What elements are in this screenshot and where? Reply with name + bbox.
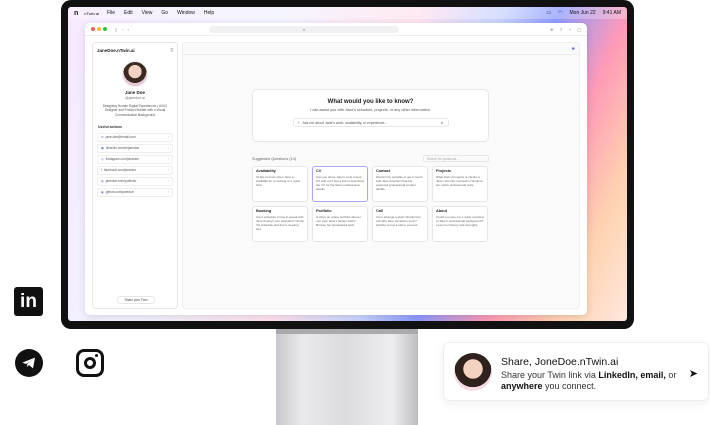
profile-sidebar: JaneDoe.nTwin.ai ▯ Jane Doe @janedoe.ai …: [92, 42, 178, 309]
browser-toolbar: ▯ ‹ › a ⊕ ⇪ + ▢: [85, 23, 587, 36]
suggested-header: Suggested Questions (13) Search for ques…: [252, 155, 489, 162]
profile-name: Jane Doe: [124, 90, 145, 95]
link-instagram[interactable]: ◎ instagram.com/janedoe ›: [97, 154, 173, 164]
menubar-time: 9:41 AM: [602, 10, 621, 16]
main-top-bar: ✺: [183, 43, 579, 55]
chevron-right-icon: ›: [167, 168, 169, 173]
question-search-input[interactable]: Search for questions...: [423, 155, 489, 162]
chevron-right-icon: ›: [167, 179, 169, 184]
share-card-description: Share your Twin link via LinkedIn, email…: [501, 370, 677, 391]
chevron-right-icon: ›: [167, 190, 169, 195]
monitor-stand: [276, 328, 418, 425]
question-card-availability[interactable]: Availability I'd like to know when Jane i…: [252, 166, 308, 202]
new-tab-icon[interactable]: +: [569, 27, 571, 32]
share-avatar: [454, 353, 492, 391]
question-card-call[interactable]: Call Can I arrange a short introductory c…: [372, 206, 428, 242]
browser-window: ▯ ‹ › a ⊕ ⇪ + ▢ JaneDoe.nTwin.ai ▯ Jane …: [85, 23, 587, 315]
ask-input[interactable]: + Ask me about Jane's work, availability…: [292, 118, 449, 127]
attach-icon[interactable]: +: [298, 121, 300, 125]
sidebar-header: JaneDoe.nTwin.ai ▯: [93, 43, 177, 57]
profile-bio: Designing Human Digital Experiences | UI…: [102, 104, 168, 117]
question-card-booking[interactable]: Booking Can I schedule a time to speak wi…: [252, 206, 308, 242]
instagram-icon[interactable]: [76, 349, 104, 377]
share-icon[interactable]: ⇪: [560, 27, 563, 32]
question-card-cv[interactable]: CV Can you share Jane's most recent CV wi…: [312, 166, 368, 202]
zoom-window-icon[interactable]: [103, 27, 107, 31]
app-name[interactable]: nTwin.ai: [84, 11, 99, 16]
linkedin-icon[interactable]: in: [14, 287, 43, 316]
ask-panel: What would you like to know? I can assis…: [252, 89, 489, 142]
question-card-contact[interactable]: Contact Would it be possible to get in to…: [372, 166, 428, 202]
battery-icon[interactable]: ▭: [546, 10, 551, 16]
link-facebook[interactable]: f facebook.com/janedoe ›: [97, 165, 173, 175]
menubar-date: Mon Jun 22: [569, 10, 596, 16]
share-twin-card: Share, JoneDoe.nTwin.ai Share your Twin …: [443, 342, 709, 401]
forward-icon[interactable]: ›: [128, 27, 129, 32]
sidebar-title: JaneDoe.nTwin.ai: [97, 47, 135, 53]
wifi-icon[interactable]: ◠: [558, 10, 562, 16]
chevron-right-icon: ›: [167, 157, 169, 162]
link-portfolio[interactable]: ◍ janedoe.com/portfolio ›: [97, 176, 173, 186]
suggested-label: Suggested Questions (13): [252, 156, 297, 161]
useful-actions-title: Useful actions: [98, 124, 122, 129]
profile-avatar: [122, 61, 148, 87]
ask-input-placeholder: Ask me about Jane's work, availability, …: [302, 120, 388, 125]
question-card-portfolio[interactable]: Portfolio Is there an online portfolio wh…: [312, 206, 368, 242]
menu-go[interactable]: Go: [161, 10, 168, 16]
ask-subtitle: I can assist you with Jane's schedule, p…: [310, 108, 431, 112]
download-icon[interactable]: ⊕: [550, 27, 553, 32]
instagram-icon: ◎: [101, 157, 104, 162]
menu-edit[interactable]: Edit: [124, 10, 133, 16]
monitor-screen: n nTwin.ai File Edit View Go Window Help…: [68, 7, 627, 321]
chevron-right-icon: ›: [167, 135, 169, 140]
share-card-title: Share, JoneDoe.nTwin.ai: [501, 356, 619, 368]
menu-help[interactable]: Help: [204, 10, 214, 16]
menu-window[interactable]: Window: [177, 10, 195, 16]
minimize-window-icon[interactable]: [97, 27, 101, 31]
collapse-sidebar-icon[interactable]: ▯: [171, 47, 173, 53]
menu-bar: n nTwin.ai File Edit View Go Window Help…: [68, 7, 627, 19]
settings-icon[interactable]: ✺: [572, 46, 575, 51]
send-icon[interactable]: ➤: [441, 121, 444, 125]
share-twin-button[interactable]: Share your Twin: [117, 296, 155, 304]
github-icon: ◉: [101, 190, 104, 195]
mail-icon: ✉: [101, 135, 104, 140]
menu-view[interactable]: View: [142, 10, 153, 16]
globe-icon: ◍: [101, 179, 104, 184]
chevron-right-icon: ›: [167, 146, 169, 151]
telegram-icon[interactable]: [15, 349, 43, 377]
question-card-about[interactable]: About Could you give me a quick overview …: [432, 206, 488, 242]
apple-logo-icon[interactable]: n: [74, 10, 78, 17]
sidebar-toggle-icon[interactable]: ▯: [115, 27, 117, 32]
menu-file[interactable]: File: [107, 10, 115, 16]
link-github[interactable]: ◉ github.com/janedoe ›: [97, 187, 173, 197]
question-card-projects[interactable]: Projects What kind of projects or clients…: [432, 166, 488, 202]
back-icon[interactable]: ‹: [122, 27, 123, 32]
chat-main-panel: ✺ What would you like to know? I can ass…: [182, 42, 580, 309]
send-icon[interactable]: ➤: [689, 367, 698, 380]
address-bar[interactable]: a: [208, 25, 399, 33]
link-linkedin[interactable]: ▣ linkedin.com/in/janedoe ›: [97, 143, 173, 153]
suggested-questions-grid: Availability I'd like to know when Jane i…: [252, 166, 489, 242]
ask-title: What would you like to know?: [327, 99, 414, 105]
link-email[interactable]: ✉ jane.doe@email.com ›: [97, 132, 173, 142]
facebook-icon: f: [101, 168, 102, 173]
close-window-icon[interactable]: [91, 27, 95, 31]
linkedin-icon: ▣: [101, 146, 105, 151]
tabs-overview-icon[interactable]: ▢: [577, 27, 581, 32]
